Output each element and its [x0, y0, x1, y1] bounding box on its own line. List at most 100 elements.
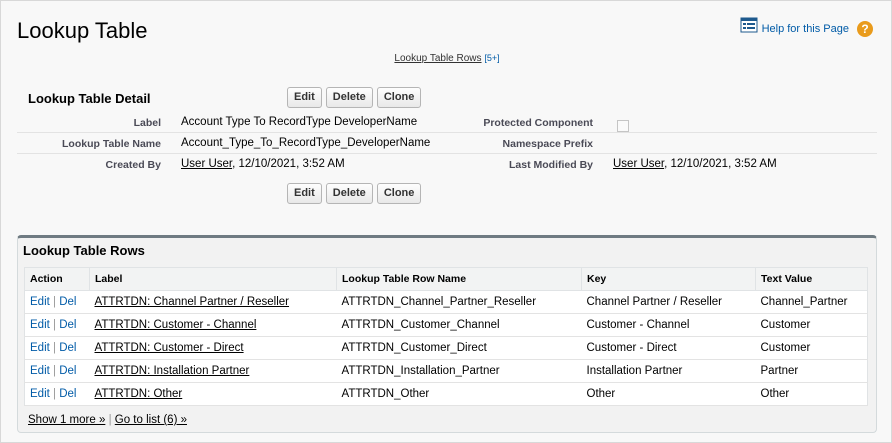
- row-actions: Edit | Del: [24, 290, 90, 314]
- related-list-title: Lookup Table Rows: [23, 243, 145, 258]
- row-edit-link[interactable]: Edit: [30, 342, 50, 354]
- action-separator: |: [53, 365, 57, 377]
- namespace-prefix-label: Namespace Prefix: [502, 138, 593, 150]
- row-text-value-cell: Customer: [755, 336, 868, 360]
- created-date: , 12/10/2021, 3:52 AM: [232, 158, 345, 170]
- row-name-cell: ATTRTDN_Channel_Partner_Reseller: [336, 290, 582, 314]
- detail-top-buttons: Edit Delete Clone: [287, 87, 422, 108]
- related-list-footer: Show 1 more » | Go to list (6) »: [28, 414, 187, 426]
- help-link[interactable]: Help for this Page: [762, 23, 849, 35]
- row-label-cell: ATTRTDN: Channel Partner / Reseller: [89, 290, 337, 314]
- row-label-link[interactable]: ATTRTDN: Customer - Channel: [95, 319, 257, 331]
- row-text-value-cell: Partner: [755, 359, 868, 383]
- lookup-table-name-label: Lookup Table Name: [62, 138, 161, 150]
- row-key-cell: Channel Partner / Reseller: [581, 290, 756, 314]
- row-actions: Edit | Del: [24, 382, 90, 406]
- table-row: Edit | Del ATTRTDN: Customer - Channel ATT…: [24, 313, 868, 337]
- row-label-link[interactable]: ATTRTDN: Installation Partner: [95, 365, 250, 377]
- row-text-value-cell: Customer: [755, 313, 868, 337]
- related-list-count: [5+]: [484, 53, 500, 63]
- help-document-icon: [740, 17, 758, 33]
- row-edit-link[interactable]: Edit: [30, 319, 50, 331]
- last-modified-by-label: Last Modified By: [508, 159, 593, 171]
- row-label-link[interactable]: ATTRTDN: Customer - Direct: [95, 342, 244, 354]
- page-frame: Lookup Table Help for this Page ? Lookup…: [0, 0, 892, 443]
- modified-by-user-link[interactable]: User User: [613, 158, 664, 170]
- row-name-cell: ATTRTDN_Customer_Channel: [336, 313, 582, 337]
- row-label-cell: ATTRTDN: Other: [89, 382, 337, 406]
- protected-component-checkbox: [617, 120, 629, 132]
- table-row: Edit | Del ATTRTDN: Other ATTRTDN_Other Oth…: [24, 382, 868, 406]
- show-more-link[interactable]: Show 1 more »: [28, 414, 105, 426]
- row-key-cell: Customer - Channel: [581, 313, 756, 337]
- column-header-label[interactable]: Label: [89, 267, 337, 291]
- row-edit-link[interactable]: Edit: [30, 388, 50, 400]
- action-separator: |: [53, 342, 57, 354]
- column-header-text-value[interactable]: Text Value: [755, 267, 868, 291]
- row-label-link[interactable]: ATTRTDN: Channel Partner / Reseller: [95, 296, 290, 308]
- detail-section: Lookup Table Detail Edit Delete Clone La…: [17, 75, 877, 221]
- created-by-user-link[interactable]: User User: [181, 158, 232, 170]
- detail-row: Lookup Table Name Account_Type_To_Record…: [17, 133, 877, 154]
- delete-button[interactable]: Delete: [325, 183, 373, 204]
- go-to-list-link[interactable]: Go to list (6) »: [115, 414, 187, 426]
- lookup-table-name-value: Account_Type_To_RecordType_DeveloperName: [181, 137, 431, 149]
- created-by-label: Created By: [105, 159, 161, 171]
- detail-title: Lookup Table Detail: [28, 91, 151, 106]
- detail-bottom-buttons: Edit Delete Clone: [287, 183, 422, 204]
- row-label-link[interactable]: ATTRTDN: Other: [95, 388, 183, 400]
- row-name-cell: ATTRTDN_Installation_Partner: [336, 359, 582, 383]
- column-header-key[interactable]: Key: [581, 267, 756, 291]
- table-row: Edit | Del ATTRTDN: Customer - Direct ATTR…: [24, 336, 868, 360]
- row-name-cell: ATTRTDN_Other: [336, 382, 582, 406]
- last-modified-by-value: User User, 12/10/2021, 3:52 AM: [613, 158, 777, 170]
- row-delete-link[interactable]: Del: [59, 319, 76, 331]
- row-edit-link[interactable]: Edit: [30, 365, 50, 377]
- column-header-row-name[interactable]: Lookup Table Row Name: [336, 267, 582, 291]
- table-row: Edit | Del ATTRTDN: Channel Partner / Res…: [24, 290, 868, 314]
- footer-separator: |: [108, 414, 112, 426]
- row-key-cell: Customer - Direct: [581, 336, 756, 360]
- created-by-value: User User, 12/10/2021, 3:52 AM: [181, 158, 345, 170]
- row-text-value-cell: Channel_Partner: [755, 290, 868, 314]
- row-delete-link[interactable]: Del: [59, 388, 76, 400]
- delete-button[interactable]: Delete: [325, 87, 373, 108]
- detail-row: Label Account Type To RecordType Develop…: [17, 112, 877, 133]
- column-header-action: Action: [24, 267, 90, 291]
- help-section: Help for this Page ?: [740, 17, 873, 37]
- label-field-value: Account Type To RecordType DeveloperName: [181, 116, 418, 128]
- row-label-cell: ATTRTDN: Customer - Channel: [89, 313, 337, 337]
- detail-fields: Label Account Type To RecordType Develop…: [17, 112, 877, 175]
- row-actions: Edit | Del: [24, 336, 90, 360]
- protected-component-label: Protected Component: [483, 117, 593, 129]
- page-title: Lookup Table: [17, 18, 148, 43]
- edit-button[interactable]: Edit: [287, 87, 322, 108]
- clone-button[interactable]: Clone: [376, 183, 422, 204]
- row-label-cell: ATTRTDN: Installation Partner: [89, 359, 337, 383]
- clone-button[interactable]: Clone: [376, 87, 422, 108]
- rows-body: Edit | Del ATTRTDN: Channel Partner / Res…: [24, 290, 868, 406]
- row-key-cell: Other: [581, 382, 756, 406]
- row-label-cell: ATTRTDN: Customer - Direct: [89, 336, 337, 360]
- row-delete-link[interactable]: Del: [59, 342, 76, 354]
- table-row: Edit | Del ATTRTDN: Installation Partner A…: [24, 359, 868, 383]
- row-delete-link[interactable]: Del: [59, 296, 76, 308]
- row-actions: Edit | Del: [24, 313, 90, 337]
- related-list-hover-links: Lookup Table Rows [5+]: [1, 53, 892, 64]
- action-separator: |: [53, 319, 57, 331]
- edit-button[interactable]: Edit: [287, 183, 322, 204]
- row-key-cell: Installation Partner: [581, 359, 756, 383]
- row-delete-link[interactable]: Del: [59, 365, 76, 377]
- rows-table: Action Label Lookup Table Row Name Key T…: [24, 267, 868, 406]
- row-name-cell: ATTRTDN_Customer_Direct: [336, 336, 582, 360]
- row-edit-link[interactable]: Edit: [30, 296, 50, 308]
- row-actions: Edit | Del: [24, 359, 90, 383]
- question-mark-icon[interactable]: ?: [857, 21, 873, 37]
- table-header-row: Action Label Lookup Table Row Name Key T…: [24, 267, 868, 291]
- lookup-table-rows-link[interactable]: Lookup Table Rows: [394, 53, 481, 64]
- detail-row: Created By User User, 12/10/2021, 3:52 A…: [17, 154, 877, 175]
- action-separator: |: [53, 296, 57, 308]
- lookup-table-rows-related-list: Lookup Table Rows Action Label Lookup Ta…: [17, 235, 877, 433]
- label-field-label: Label: [133, 117, 161, 129]
- action-separator: |: [53, 388, 57, 400]
